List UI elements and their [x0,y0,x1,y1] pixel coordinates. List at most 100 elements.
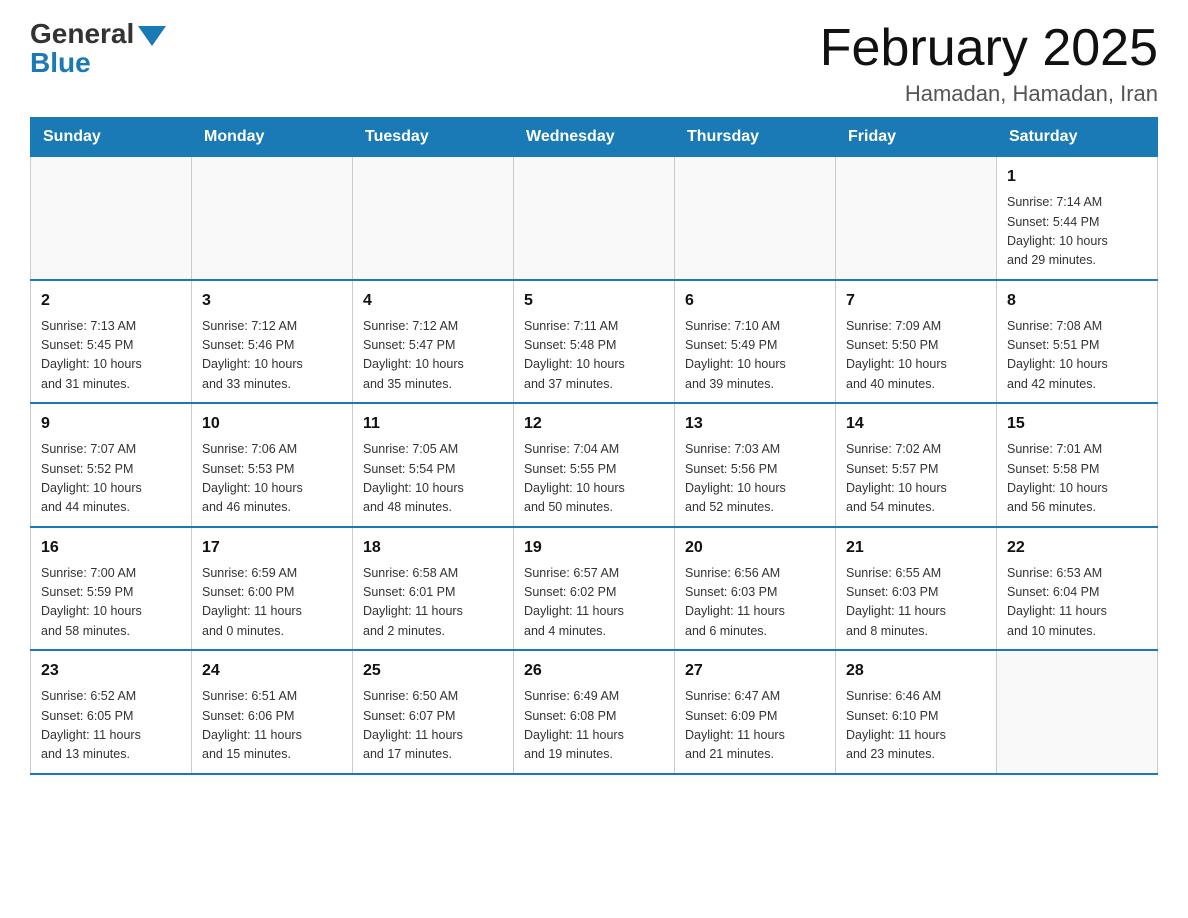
calendar-body: 1 Sunrise: 7:14 AMSunset: 5:44 PMDaylight… [31,157,1158,774]
weekday-header-friday: Friday [836,118,997,157]
day-info: Sunrise: 7:09 AMSunset: 5:50 PMDaylight:… [846,317,986,395]
day-info: Sunrise: 6:57 AMSunset: 6:02 PMDaylight:… [524,564,664,642]
day-info: Sunrise: 7:04 AMSunset: 5:55 PMDaylight:… [524,440,664,518]
day-info: Sunrise: 7:07 AMSunset: 5:52 PMDaylight:… [41,440,181,518]
day-number: 19 [524,536,664,560]
day-number: 27 [685,659,825,683]
weekday-header-tuesday: Tuesday [353,118,514,157]
calendar-cell: 27 Sunrise: 6:47 AMSunset: 6:09 PMDayligh… [675,650,836,774]
day-info: Sunrise: 7:13 AMSunset: 5:45 PMDaylight:… [41,317,181,395]
calendar-cell: 5 Sunrise: 7:11 AMSunset: 5:48 PMDaylight… [514,280,675,404]
day-info: Sunrise: 6:59 AMSunset: 6:00 PMDaylight:… [202,564,342,642]
day-number: 15 [1007,412,1147,436]
day-info: Sunrise: 7:11 AMSunset: 5:48 PMDaylight:… [524,317,664,395]
day-info: Sunrise: 6:55 AMSunset: 6:03 PMDaylight:… [846,564,986,642]
day-number: 28 [846,659,986,683]
day-number: 13 [685,412,825,436]
calendar-cell: 13 Sunrise: 7:03 AMSunset: 5:56 PMDayligh… [675,403,836,527]
day-number: 2 [41,289,181,313]
calendar-header: SundayMondayTuesdayWednesdayThursdayFrid… [31,118,1158,157]
calendar-cell: 18 Sunrise: 6:58 AMSunset: 6:01 PMDayligh… [353,527,514,651]
calendar-cell: 21 Sunrise: 6:55 AMSunset: 6:03 PMDayligh… [836,527,997,651]
day-number: 14 [846,412,986,436]
calendar-cell: 3Sunrise: 7:12 AMSunset: 5:46 PMDaylight… [192,280,353,404]
day-number: 4 [363,289,503,313]
logo-general-label: General [30,20,134,48]
calendar-cell: 22Sunrise: 6:53 AMSunset: 6:04 PMDayligh… [997,527,1158,651]
day-info: Sunrise: 7:00 AMSunset: 5:59 PMDaylight:… [41,564,181,642]
calendar-cell: 12 Sunrise: 7:04 AMSunset: 5:55 PMDayligh… [514,403,675,527]
calendar-cell [514,157,675,280]
day-number: 8 [1007,289,1147,313]
calendar-cell: 16 Sunrise: 7:00 AMSunset: 5:59 PMDayligh… [31,527,192,651]
logo-blue-label: Blue [30,48,91,79]
calendar-cell: 4Sunrise: 7:12 AMSunset: 5:47 PMDaylight… [353,280,514,404]
calendar-cell: 7 Sunrise: 7:09 AMSunset: 5:50 PMDaylight… [836,280,997,404]
day-number: 5 [524,289,664,313]
calendar-cell: 28Sunrise: 6:46 AMSunset: 6:10 PMDayligh… [836,650,997,774]
day-number: 26 [524,659,664,683]
calendar-week-1: 1 Sunrise: 7:14 AMSunset: 5:44 PMDaylight… [31,157,1158,280]
day-number: 18 [363,536,503,560]
day-number: 9 [41,412,181,436]
calendar-cell: 26 Sunrise: 6:49 AMSunset: 6:08 PMDayligh… [514,650,675,774]
weekday-header-row: SundayMondayTuesdayWednesdayThursdayFrid… [31,118,1158,157]
calendar-week-3: 9 Sunrise: 7:07 AMSunset: 5:52 PMDaylight… [31,403,1158,527]
day-info: Sunrise: 7:10 AMSunset: 5:49 PMDaylight:… [685,317,825,395]
day-number: 24 [202,659,342,683]
day-info: Sunrise: 7:01 AMSunset: 5:58 PMDaylight:… [1007,440,1147,518]
calendar-cell [836,157,997,280]
calendar-cell: 14 Sunrise: 7:02 AMSunset: 5:57 PMDayligh… [836,403,997,527]
day-info: Sunrise: 6:51 AMSunset: 6:06 PMDaylight:… [202,687,342,765]
calendar-cell [675,157,836,280]
calendar-cell: 6 Sunrise: 7:10 AMSunset: 5:49 PMDaylight… [675,280,836,404]
day-number: 7 [846,289,986,313]
calendar-week-2: 2 Sunrise: 7:13 AMSunset: 5:45 PMDaylight… [31,280,1158,404]
calendar-cell: 25 Sunrise: 6:50 AMSunset: 6:07 PMDayligh… [353,650,514,774]
page-header: General Blue February 2025 Hamadan, Hama… [30,20,1158,107]
day-number: 25 [363,659,503,683]
weekday-header-thursday: Thursday [675,118,836,157]
day-info: Sunrise: 7:02 AMSunset: 5:57 PMDaylight:… [846,440,986,518]
day-info: Sunrise: 7:12 AMSunset: 5:46 PMDaylight:… [202,317,342,395]
calendar-cell: 24 Sunrise: 6:51 AMSunset: 6:06 PMDayligh… [192,650,353,774]
day-info: Sunrise: 6:58 AMSunset: 6:01 PMDaylight:… [363,564,503,642]
day-info: Sunrise: 7:14 AMSunset: 5:44 PMDaylight:… [1007,193,1147,271]
day-number: 22 [1007,536,1147,560]
weekday-header-sunday: Sunday [31,118,192,157]
day-info: Sunrise: 6:47 AMSunset: 6:09 PMDaylight:… [685,687,825,765]
calendar-cell: 11Sunrise: 7:05 AMSunset: 5:54 PMDayligh… [353,403,514,527]
calendar-cell: 19 Sunrise: 6:57 AMSunset: 6:02 PMDayligh… [514,527,675,651]
calendar-cell: 1 Sunrise: 7:14 AMSunset: 5:44 PMDaylight… [997,157,1158,280]
day-number: 21 [846,536,986,560]
day-number: 12 [524,412,664,436]
day-info: Sunrise: 7:08 AMSunset: 5:51 PMDaylight:… [1007,317,1147,395]
day-number: 6 [685,289,825,313]
weekday-header-monday: Monday [192,118,353,157]
day-info: Sunrise: 6:56 AMSunset: 6:03 PMDaylight:… [685,564,825,642]
day-info: Sunrise: 7:03 AMSunset: 5:56 PMDaylight:… [685,440,825,518]
day-info: Sunrise: 6:52 AMSunset: 6:05 PMDaylight:… [41,687,181,765]
calendar-week-4: 16 Sunrise: 7:00 AMSunset: 5:59 PMDayligh… [31,527,1158,651]
day-number: 10 [202,412,342,436]
day-number: 17 [202,536,342,560]
day-number: 1 [1007,165,1147,189]
calendar-cell [353,157,514,280]
calendar-cell [997,650,1158,774]
day-info: Sunrise: 7:05 AMSunset: 5:54 PMDaylight:… [363,440,503,518]
calendar-cell: 17 Sunrise: 6:59 AMSunset: 6:00 PMDayligh… [192,527,353,651]
logo-arrow-icon [138,26,166,46]
calendar-cell [192,157,353,280]
weekday-header-saturday: Saturday [997,118,1158,157]
calendar-cell [31,157,192,280]
day-number: 16 [41,536,181,560]
calendar-cell: 10 Sunrise: 7:06 AMSunset: 5:53 PMDayligh… [192,403,353,527]
calendar-cell: 23Sunrise: 6:52 AMSunset: 6:05 PMDayligh… [31,650,192,774]
logo-general-text: General [30,20,166,48]
day-info: Sunrise: 7:06 AMSunset: 5:53 PMDaylight:… [202,440,342,518]
calendar-cell: 9 Sunrise: 7:07 AMSunset: 5:52 PMDaylight… [31,403,192,527]
weekday-header-wednesday: Wednesday [514,118,675,157]
day-info: Sunrise: 6:49 AMSunset: 6:08 PMDaylight:… [524,687,664,765]
calendar-cell: 15 Sunrise: 7:01 AMSunset: 5:58 PMDayligh… [997,403,1158,527]
day-info: Sunrise: 6:50 AMSunset: 6:07 PMDaylight:… [363,687,503,765]
